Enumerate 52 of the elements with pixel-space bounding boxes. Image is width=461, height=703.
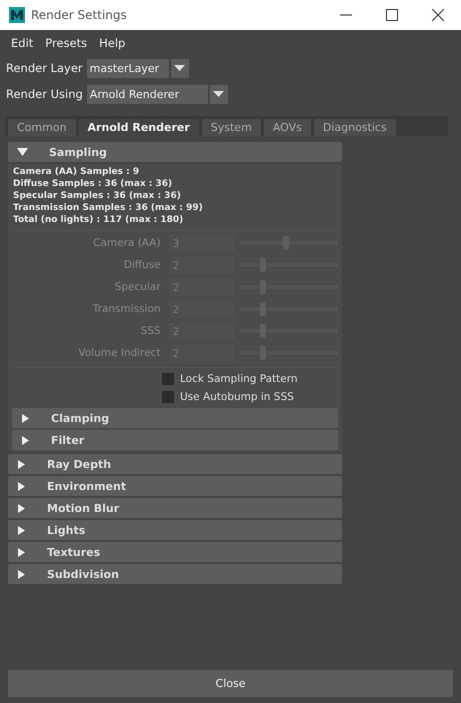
field-label: Render Layer bbox=[6, 61, 83, 75]
slider-label: Diffuse bbox=[122, 259, 162, 271]
slider-label: Camera (AA) bbox=[92, 237, 162, 249]
caret-icon bbox=[174, 65, 186, 71]
expand-triangle-icon bbox=[21, 434, 30, 446]
section-header[interactable]: Motion Blur bbox=[8, 498, 342, 518]
close-button[interactable]: Close bbox=[8, 670, 453, 697]
menu-item[interactable]: Help bbox=[99, 36, 126, 50]
tab[interactable]: Common bbox=[8, 119, 76, 136]
field-label: Render Using bbox=[6, 87, 83, 101]
tab[interactable]: System bbox=[202, 119, 261, 136]
render-layer-dropdown[interactable]: masterLayer bbox=[86, 58, 189, 78]
menu-item[interactable]: Presets bbox=[45, 36, 88, 50]
slider-label: SSS bbox=[140, 325, 162, 337]
sample-summary-text: Diffuse Samples : 36 (max : 36) bbox=[13, 178, 174, 190]
sample-summary-text: Camera (AA) Samples : 9 bbox=[13, 166, 140, 178]
section-header[interactable]: Filter bbox=[12, 430, 338, 450]
section-header[interactable]: Ray Depth bbox=[8, 454, 342, 474]
checkbox[interactable] bbox=[162, 373, 174, 385]
expand-triangle-icon bbox=[17, 546, 26, 558]
section-header[interactable]: Subdivision bbox=[8, 564, 342, 584]
expand-triangle-icon bbox=[17, 458, 26, 470]
sample-summary-text: Total (no lights) : 117 (max : 180) bbox=[13, 214, 184, 226]
close-icon[interactable] bbox=[432, 9, 444, 21]
maximize-icon[interactable] bbox=[386, 9, 398, 21]
slider-label: Transmission bbox=[92, 303, 162, 315]
app-logo-icon bbox=[9, 7, 25, 23]
expand-triangle-icon bbox=[17, 568, 26, 580]
sample-summary-text: Specular Samples : 36 (max : 36) bbox=[13, 190, 182, 202]
tab[interactable]: AOVs bbox=[264, 119, 311, 136]
section-header[interactable]: Lights bbox=[8, 520, 342, 540]
tab[interactable]: Arnold Renderer bbox=[78, 119, 199, 136]
expand-triangle-icon bbox=[17, 480, 26, 492]
slider-label: Specular bbox=[114, 281, 162, 293]
section-header[interactable]: Clamping bbox=[12, 408, 338, 428]
collapse-triangle-icon bbox=[17, 148, 28, 156]
expand-triangle-icon bbox=[21, 412, 30, 424]
slider-label: Volume Indirect bbox=[77, 347, 162, 359]
checkbox-label: Use Autobump in SSS bbox=[180, 391, 294, 403]
checkbox-label: Lock Sampling Pattern bbox=[180, 373, 298, 385]
section-header[interactable]: Textures bbox=[8, 542, 342, 562]
expand-triangle-icon bbox=[17, 502, 26, 514]
expand-triangle-icon bbox=[17, 524, 26, 536]
caret-icon bbox=[213, 91, 224, 97]
section-header[interactable]: Environment bbox=[8, 476, 342, 496]
window-title: Render Settings bbox=[31, 8, 128, 22]
checkbox[interactable] bbox=[162, 391, 174, 403]
renderer-dropdown[interactable]: Arnold Renderer bbox=[86, 84, 228, 104]
tab[interactable]: Diagnostics bbox=[314, 119, 396, 136]
sample-summary-text: Transmission Samples : 36 (max : 99) bbox=[13, 202, 204, 214]
menu-item[interactable]: Edit bbox=[11, 36, 34, 50]
section-header[interactable]: Sampling bbox=[8, 142, 342, 162]
